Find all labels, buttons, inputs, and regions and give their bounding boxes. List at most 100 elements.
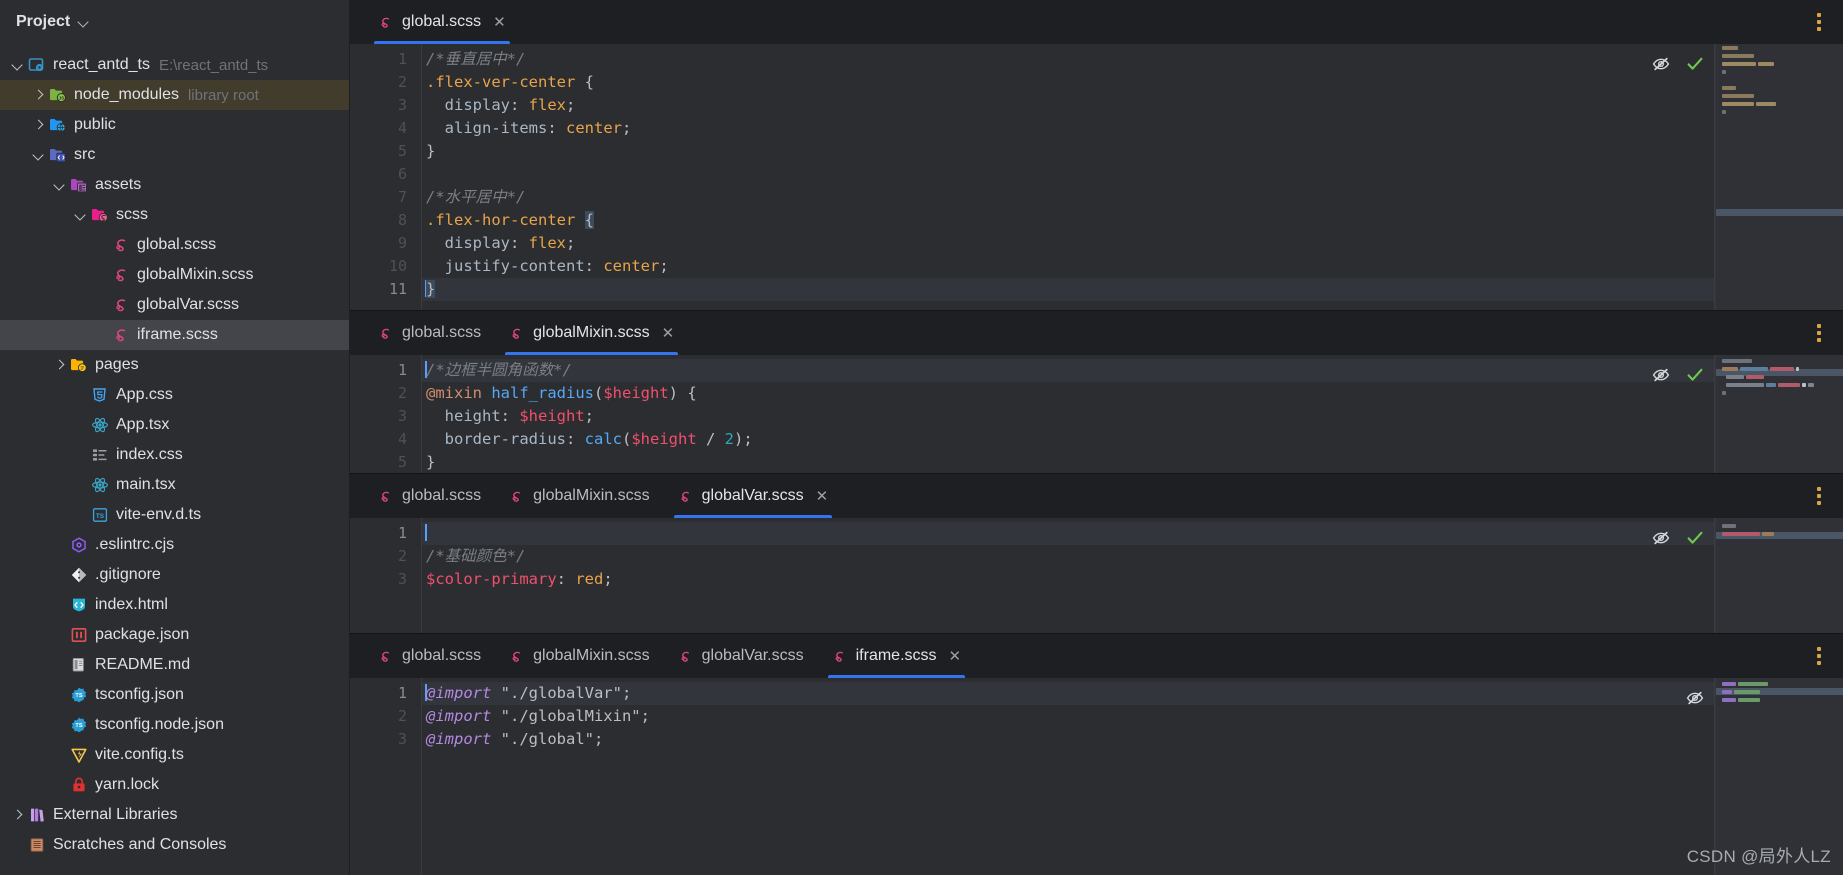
- tree-item-src[interactable]: src: [0, 140, 349, 170]
- tree-item-tsconfig-node-json[interactable]: TS tsconfig.node.json: [0, 710, 349, 740]
- watermark-text: CSDN @局外人LZ: [1686, 847, 1831, 866]
- editor-pane-global: global.scss ✕ 1 2 3 4 5 6 7 8 9 10 11 /*垂直居中*/ .flex-v…: [350, 0, 1843, 310]
- code-minimap[interactable]: [1715, 355, 1843, 473]
- tree-item-globalvar-scss[interactable]: globalVar.scss: [0, 290, 349, 320]
- tree-item-package-json[interactable]: package.json: [0, 620, 349, 650]
- editor-tab-global-scss[interactable]: global.scss: [364, 311, 495, 355]
- close-tab-icon[interactable]: ✕: [816, 489, 829, 504]
- tree-item--gitignore[interactable]: .gitignore: [0, 560, 349, 590]
- close-tab-icon[interactable]: ✕: [662, 326, 675, 341]
- code-minimap[interactable]: [1715, 44, 1843, 310]
- tree-item-scss[interactable]: scss: [0, 200, 349, 230]
- tree-item-main-tsx[interactable]: main.tsx: [0, 470, 349, 500]
- editor-tab-iframe-scss[interactable]: iframe.scss ✕: [818, 634, 975, 680]
- editor-tab-global-scss[interactable]: global.scss: [364, 474, 495, 518]
- project-tree[interactable]: react_antd_ts E:\react_antd_ts JS node_modu…: [0, 44, 349, 875]
- code-editor-viewport[interactable]: 1 2 3 4 5 /*边框半圆角函数*/ @mixin half_radius($heig…: [350, 355, 1843, 473]
- tree-item-external-libraries[interactable]: External Libraries: [0, 800, 349, 830]
- editor-right-rail: [1635, 518, 1843, 633]
- analysis-ok-check-icon[interactable]: [1685, 365, 1705, 385]
- tree-item-global-scss[interactable]: global.scss: [0, 230, 349, 260]
- code-text-area[interactable]: @import "./globalVar"; @import "./globalM…: [422, 678, 1843, 875]
- tree-item-yarn-lock[interactable]: yarn.lock: [0, 770, 349, 800]
- editor-tab-global-scss[interactable]: global.scss: [364, 634, 495, 678]
- chevron-open-icon[interactable]: [73, 207, 89, 223]
- editor-tab-globalMixin-scss[interactable]: globalMixin.scss: [495, 634, 663, 678]
- more-options-icon[interactable]: [1811, 474, 1827, 518]
- tree-item-assets[interactable]: assets: [0, 170, 349, 200]
- close-tab-icon[interactable]: ✕: [493, 15, 506, 30]
- chevron-open-icon[interactable]: [52, 177, 68, 193]
- more-options-icon[interactable]: [1811, 0, 1827, 44]
- editor-tab-global-scss[interactable]: global.scss ✕: [364, 0, 520, 46]
- more-options-icon[interactable]: [1811, 634, 1827, 678]
- tree-item-app-tsx[interactable]: App.tsx: [0, 410, 349, 440]
- editor-right-rail: [1635, 355, 1843, 473]
- public-folder-icon: [49, 116, 67, 134]
- tree-item-pages[interactable]: pages: [0, 350, 349, 380]
- chevron-closed-icon[interactable]: [31, 117, 47, 133]
- line-number-gutter[interactable]: 1 2 3: [350, 518, 422, 633]
- tree-item-globalmixin-scss[interactable]: globalMixin.scss: [0, 260, 349, 290]
- tree-item-readme-md[interactable]: README.md: [0, 650, 349, 680]
- chevron-closed-icon[interactable]: [10, 807, 26, 823]
- minimap-token: [1722, 532, 1760, 536]
- close-tab-icon[interactable]: ✕: [949, 649, 962, 664]
- tree-item-app-css[interactable]: App.css: [0, 380, 349, 410]
- analysis-ok-check-icon[interactable]: [1685, 528, 1705, 548]
- code-editor-viewport[interactable]: 1 2 3 4 5 6 7 8 9 10 11/*垂直居中*/.flex-ver-center { …: [350, 44, 1843, 310]
- minimap-token: [1722, 690, 1732, 694]
- tree-item-label: src: [74, 146, 96, 163]
- code-line: /*水平居中*/: [426, 188, 526, 206]
- line-number-gutter[interactable]: 1 2 3 4 5 6 7 8 9 10 11: [350, 44, 422, 310]
- hide-inspections-eye-icon[interactable]: [1651, 365, 1671, 385]
- scratches-icon: [28, 836, 46, 854]
- editor-tab-globalMixin-scss[interactable]: globalMixin.scss: [495, 474, 663, 518]
- more-options-icon[interactable]: [1811, 311, 1827, 355]
- code-minimap[interactable]: [1715, 518, 1843, 633]
- chevron-open-icon[interactable]: [10, 57, 26, 73]
- chevron-open-icon[interactable]: [31, 147, 47, 163]
- tree-item-label: scss: [116, 206, 148, 223]
- inspection-widget: [1635, 44, 1715, 310]
- code-line: @import "./globalMixin";: [426, 707, 650, 725]
- analysis-ok-check-icon[interactable]: [1685, 54, 1705, 74]
- tree-item-iframe-scss[interactable]: iframe.scss: [0, 320, 349, 350]
- chevron-closed-icon[interactable]: [31, 87, 47, 103]
- tree-item-public[interactable]: public: [0, 110, 349, 140]
- project-tool-window-header[interactable]: Project: [0, 0, 349, 44]
- vite-file-icon: [70, 746, 88, 764]
- editor-tab-globalVar-scss[interactable]: globalVar.scss: [664, 634, 818, 678]
- chevron-closed-icon[interactable]: [52, 357, 68, 373]
- tree-item-node-modules[interactable]: JS node_modules library root: [0, 80, 349, 110]
- tree-item-index-css[interactable]: index.css: [0, 440, 349, 470]
- tree-item-index-html[interactable]: index.html: [0, 590, 349, 620]
- hide-inspections-eye-icon[interactable]: [1685, 688, 1705, 708]
- code-text-area[interactable]: /*边框半圆角函数*/ @mixin half_radius($height) {…: [422, 355, 1843, 473]
- tree-item-react-antd-ts[interactable]: react_antd_ts E:\react_antd_ts: [0, 50, 349, 80]
- tree-item-label: tsconfig.json: [95, 686, 184, 703]
- editor-tab-globalVar-scss[interactable]: globalVar.scss ✕: [664, 474, 843, 520]
- tree-item--eslintrc-cjs[interactable]: .eslintrc.cjs: [0, 530, 349, 560]
- chevron-down-icon[interactable]: [78, 16, 90, 28]
- tree-item-vite-env-d-ts[interactable]: TS vite-env.d.ts: [0, 500, 349, 530]
- code-text-area[interactable]: /*垂直居中*/ .flex-ver-center { display: flex…: [422, 44, 1843, 310]
- hide-inspections-eye-icon[interactable]: [1651, 54, 1671, 74]
- pages-folder-icon: [70, 356, 88, 374]
- tree-item-tsconfig-json[interactable]: TS tsconfig.json: [0, 680, 349, 710]
- tree-item-scratches-and-consoles[interactable]: Scratches and Consoles: [0, 830, 349, 860]
- tree-item-vite-config-ts[interactable]: vite.config.ts: [0, 740, 349, 770]
- code-editor-viewport[interactable]: 1 2 3 /*基础颜色*/ $color-primary: red;: [350, 518, 1843, 633]
- code-editor-viewport[interactable]: 1 2 3 @import "./globalVar"; @import "./glob…: [350, 678, 1843, 875]
- code-text-area[interactable]: /*基础颜色*/ $color-primary: red;: [422, 518, 1843, 633]
- editor-tab-label: globalVar.scss: [701, 647, 804, 664]
- line-number-gutter[interactable]: 1 2 3: [350, 678, 422, 875]
- hide-inspections-eye-icon[interactable]: [1651, 528, 1671, 548]
- minimap-token: [1746, 375, 1764, 379]
- line-number-gutter[interactable]: 1 2 3 4 5: [350, 355, 422, 473]
- editor-tab-globalMixin-scss[interactable]: globalMixin.scss ✕: [495, 311, 688, 357]
- editor-tabbar: global.scss globalMixin.scss globalVar.scs…: [350, 634, 1843, 680]
- editor-split-area: global.scss ✕ 1 2 3 4 5 6 7 8 9 10 11/*垂直居中*/.flex-v…: [350, 0, 1843, 875]
